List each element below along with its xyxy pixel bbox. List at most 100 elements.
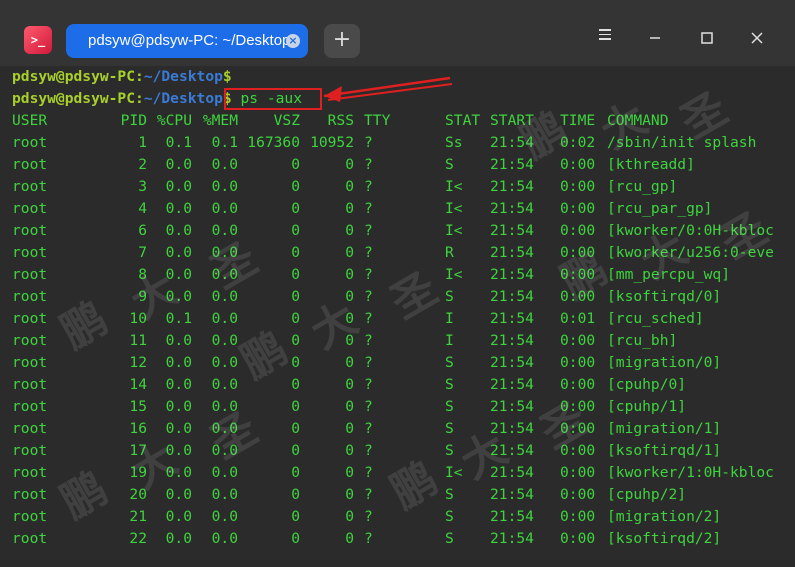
minimize-icon[interactable] — [640, 26, 670, 54]
cell-cpu: %CPU — [156, 112, 192, 129]
table-row: root 17 0.0 0.0 0 0? S 21:54 0:00 [ksoftirqd/1] — [12, 440, 795, 462]
cell-vsz: 0 — [291, 310, 300, 327]
cell-command: [kworker/0:0H-kbloc — [607, 222, 774, 239]
cell-rss: 0 — [345, 420, 354, 437]
cell-command: [rcu_gp] — [607, 178, 678, 195]
prompt-user: pdsyw@pdsyw-PC — [12, 90, 136, 107]
tab-terminal[interactable]: pdsyw@pdsyw-PC: ~/Desktop × — [66, 24, 308, 58]
cell-vsz: 0 — [291, 442, 300, 459]
cell-start: 21:54 — [490, 266, 534, 283]
cell-mem: 0.0 — [211, 244, 238, 261]
table-row: root 7 0.0 0.0 0 0? R 21:54 0:00 [kworker/u256:0-… — [12, 242, 795, 264]
table-row: root 8 0.0 0.0 0 0? I< 21:54 0:00 [mm_percpu_wq] — [12, 264, 795, 286]
menu-icon[interactable] — [590, 26, 620, 54]
cell-user: root — [12, 376, 48, 393]
cell-pid: 7 — [138, 244, 147, 261]
cell-tty: ? — [364, 464, 373, 481]
cell-mem: 0.0 — [211, 442, 238, 459]
cell-user: root — [12, 288, 48, 305]
cell-mem: 0.0 — [211, 376, 238, 393]
cell-stat: S — [445, 376, 454, 393]
cell-pid: 16 — [129, 420, 147, 437]
cell-rss: RSS — [327, 112, 354, 129]
cell-vsz: 0 — [291, 376, 300, 393]
close-icon[interactable] — [742, 26, 772, 54]
cell-rss: 0 — [345, 310, 354, 327]
table-row: root 19 0.0 0.0 0 0? I< 21:54 0:00 [kworker/1:0H-… — [12, 462, 795, 484]
cell-pid: 4 — [138, 200, 147, 217]
cell-vsz: 0 — [291, 508, 300, 525]
cell-command: [mm_percpu_wq] — [607, 266, 731, 283]
cell-mem: 0.0 — [211, 420, 238, 437]
cell-cpu: 0.0 — [165, 266, 192, 283]
cell-rss: 10952 — [310, 134, 354, 151]
cell-vsz: 167360 — [247, 134, 300, 151]
table-row: root 10 0.1 0.0 0 0? I 21:54 0:01 [rcu_sched] — [12, 308, 795, 330]
cell-stat: STAT — [445, 112, 481, 129]
cell-user: root — [12, 442, 48, 459]
cell-time: 0:01 — [560, 310, 596, 327]
cell-user: root — [12, 156, 48, 173]
command-highlight-box — [224, 88, 322, 110]
terminal-output[interactable]: pdsyw@pdsyw-PC:~/Desktop$ pdsyw@pdsyw-PC… — [12, 66, 795, 567]
terminal-window: >_ pdsyw@pdsyw-PC: ~/Desktop × + pdsyw@p… — [0, 0, 795, 567]
cell-rss: 0 — [345, 156, 354, 173]
prompt-separator: : — [135, 90, 144, 107]
cell-vsz: VSZ — [273, 112, 300, 129]
cell-tty: ? — [364, 156, 373, 173]
cell-time: 0:00 — [560, 442, 596, 459]
cell-pid: 12 — [129, 354, 147, 371]
cell-stat: S — [445, 486, 454, 503]
cell-command: [migration/0] — [607, 354, 722, 371]
cell-start: 21:54 — [490, 156, 534, 173]
cell-pid: 15 — [129, 398, 147, 415]
cell-vsz: 0 — [291, 222, 300, 239]
cell-rss: 0 — [345, 486, 354, 503]
cell-mem: 0.0 — [211, 266, 238, 283]
cell-vsz: 0 — [291, 178, 300, 195]
cell-time: 0:00 — [560, 244, 596, 261]
cell-user: root — [12, 398, 48, 415]
cell-user: USER — [12, 112, 48, 129]
cell-vsz: 0 — [291, 420, 300, 437]
cell-rss: 0 — [345, 398, 354, 415]
table-row: root 2 0.0 0.0 0 0? S 21:54 0:00 [kthreadd] — [12, 154, 795, 176]
cell-cpu: 0.0 — [165, 442, 192, 459]
cell-rss: 0 — [345, 266, 354, 283]
cell-pid: 8 — [138, 266, 147, 283]
cell-stat: S — [445, 354, 454, 371]
table-row: root 6 0.0 0.0 0 0? I< 21:54 0:00 [kworker/0:0H-k… — [12, 220, 795, 242]
cell-vsz: 0 — [291, 266, 300, 283]
cell-time: 0:00 — [560, 288, 596, 305]
cell-user: root — [12, 200, 48, 217]
cell-start: 21:54 — [490, 134, 534, 151]
tab-close-icon[interactable]: × — [286, 34, 300, 48]
cell-user: root — [12, 222, 48, 239]
cell-stat: I< — [445, 222, 463, 239]
cell-time: 0:00 — [560, 354, 596, 371]
cell-user: root — [12, 530, 48, 547]
cell-rss: 0 — [345, 244, 354, 261]
maximize-icon[interactable] — [692, 26, 722, 54]
cell-tty: ? — [364, 266, 373, 283]
cell-rss: 0 — [345, 508, 354, 525]
cell-mem: 0.0 — [211, 486, 238, 503]
table-row: root 3 0.0 0.0 0 0? I< 21:54 0:00 [rcu_gp] — [12, 176, 795, 198]
cell-time: 0:00 — [560, 420, 596, 437]
cell-stat: R — [445, 244, 454, 261]
cell-mem: 0.0 — [211, 508, 238, 525]
cell-pid: PID — [120, 112, 147, 129]
cell-start: 21:54 — [490, 288, 534, 305]
cell-tty: ? — [364, 486, 373, 503]
cell-tty: ? — [364, 310, 373, 327]
cell-rss: 0 — [345, 332, 354, 349]
cell-cpu: 0.0 — [165, 288, 192, 305]
cell-cpu: 0.0 — [165, 156, 192, 173]
new-tab-button[interactable]: + — [324, 24, 360, 58]
cell-cpu: 0.1 — [165, 310, 192, 327]
cell-cpu: 0.0 — [165, 200, 192, 217]
cell-cpu: 0.0 — [165, 420, 192, 437]
cell-mem: 0.0 — [211, 178, 238, 195]
prompt-line: pdsyw@pdsyw-PC:~/Desktop$ — [12, 66, 232, 88]
cell-command: [rcu_bh] — [607, 332, 678, 349]
